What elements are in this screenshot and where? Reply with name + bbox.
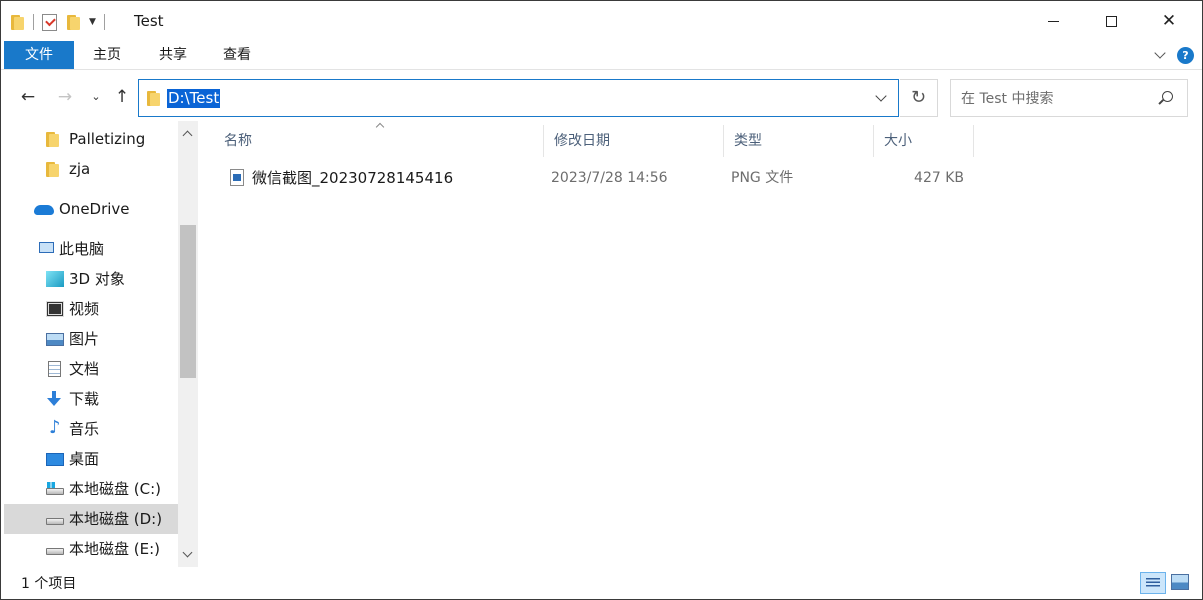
folder-icon (46, 131, 64, 147)
pc-icon (39, 242, 54, 253)
search-input[interactable] (961, 89, 1156, 109)
file-list: 名称 修改日期 类型 大小 微信截图_20230728145416 2023/7… (201, 121, 1202, 567)
file-size: 427 KB (914, 170, 964, 186)
nav-item-label: 本地磁盘 (D:) (69, 510, 163, 528)
nav-item-music[interactable]: ♪ 音乐 (4, 414, 178, 444)
close-icon: ✕ (1161, 10, 1177, 31)
explorer-window: ▼ Test ✕ 文件 主页 共享 查看 ? ← → ⌄ ↑ D:\Test ↻ (0, 0, 1203, 600)
status-bar: 1 个项目 (1, 567, 1202, 599)
nav-item-3d-objects[interactable]: 3D 对象 (4, 264, 178, 294)
nav-item-label: 下载 (69, 390, 100, 408)
ribbon: 文件 主页 共享 查看 ? (1, 41, 1202, 70)
column-header-name[interactable]: 名称 (214, 125, 544, 157)
tab-view[interactable]: 查看 (213, 41, 261, 69)
file-row[interactable]: 微信截图_20230728145416 2023/7/28 14:56 PNG … (214, 163, 974, 193)
nav-item-label: 本地磁盘 (C:) (69, 480, 161, 498)
forward-arrow-icon[interactable]: → (54, 86, 76, 108)
search-box[interactable] (950, 79, 1188, 117)
back-arrow-icon[interactable]: ← (17, 86, 39, 108)
nav-pane-scrollbar[interactable] (178, 121, 198, 567)
nav-item-drive-e[interactable]: 本地磁盘 (E:) (4, 534, 178, 564)
onedrive-icon (34, 205, 54, 215)
column-header-type[interactable]: 类型 (724, 125, 874, 157)
address-history-chevron-icon[interactable] (875, 92, 887, 104)
desktop-icon (46, 453, 64, 466)
pictures-icon (46, 333, 64, 346)
nav-item-label: 视频 (69, 300, 100, 318)
nav-item-videos[interactable]: 视频 (4, 294, 178, 324)
tab-share[interactable]: 共享 (149, 41, 197, 69)
scroll-up-chevron-icon[interactable] (183, 129, 193, 139)
nav-item-pictures[interactable]: 图片 (4, 324, 178, 354)
nav-item-documents[interactable]: 文档 (4, 354, 178, 384)
drive-icon (46, 548, 64, 555)
navigation-pane: Palletizing zja OneDrive 此电脑 3D 对象 视频 图片 (1, 121, 201, 567)
up-arrow-icon[interactable]: ↑ (112, 86, 132, 108)
nav-item-label: 此电脑 (59, 240, 105, 258)
column-header-size[interactable]: 大小 (874, 125, 974, 157)
nav-item-zja[interactable]: zja (4, 154, 178, 184)
nav-item-label: 文档 (69, 360, 100, 378)
nav-item-label: 图片 (69, 330, 100, 348)
nav-item-drive-d[interactable]: 本地磁盘 (D:) (4, 504, 178, 534)
nav-item-label: OneDrive (59, 200, 130, 218)
music-icon: ♪ (49, 417, 61, 438)
nav-item-drive-c[interactable]: 本地磁盘 (C:) (4, 474, 178, 504)
folder-icon (11, 14, 25, 30)
documents-icon (48, 361, 61, 377)
expand-ribbon-chevron-icon[interactable] (1154, 49, 1166, 61)
drive-icon (46, 518, 64, 525)
tab-home[interactable]: 主页 (83, 41, 131, 69)
nav-item-label: 桌面 (69, 450, 100, 468)
maximize-icon (1105, 15, 1117, 27)
toolbar-divider (103, 14, 105, 30)
recent-locations-chevron-icon[interactable]: ⌄ (88, 86, 104, 108)
drive-c-icon (46, 482, 64, 495)
nav-item-this-pc[interactable]: 此电脑 (4, 234, 178, 264)
nav-item-label: 3D 对象 (69, 270, 125, 288)
nav-item-label: zja (69, 160, 91, 178)
scrollbar-thumb[interactable] (180, 225, 196, 378)
nav-item-label: Palletizing (69, 130, 146, 148)
3d-objects-icon (46, 271, 64, 287)
minimize-icon (1047, 20, 1059, 22)
window-title: Test (134, 12, 164, 30)
search-icon[interactable] (1162, 91, 1173, 102)
customize-toolbar-dropdown-icon[interactable]: ▼ (89, 17, 96, 27)
maximize-button[interactable] (1082, 1, 1140, 41)
address-path[interactable]: D:\Test (167, 89, 221, 108)
downloads-icon (47, 391, 61, 407)
nav-item-desktop[interactable]: 桌面 (4, 444, 178, 474)
nav-item-label: 音乐 (69, 420, 100, 438)
details-view-icon[interactable] (1140, 572, 1166, 594)
png-file-icon (230, 169, 244, 186)
nav-item-palletizing[interactable]: Palletizing (4, 124, 178, 154)
large-icons-view-icon[interactable] (1171, 574, 1189, 590)
new-folder-icon[interactable] (67, 14, 81, 30)
file-name: 微信截图_20230728145416 (252, 169, 454, 187)
scroll-down-chevron-icon[interactable] (183, 551, 193, 561)
nav-item-downloads[interactable]: 下载 (4, 384, 178, 414)
folder-icon (147, 90, 161, 106)
properties-icon[interactable] (42, 13, 57, 31)
toolbar-divider (33, 14, 34, 30)
file-date-modified: 2023/7/28 14:56 (551, 170, 668, 186)
windows-logo-icon (47, 482, 55, 488)
help-icon[interactable]: ? (1177, 47, 1194, 64)
navigation-bar: ← → ⌄ ↑ D:\Test ↻ (1, 71, 1202, 121)
item-count: 1 个项目 (21, 576, 77, 592)
title-bar: ▼ Test ✕ (1, 1, 1202, 41)
quick-access-toolbar: ▼ (11, 11, 113, 33)
video-icon (46, 301, 64, 317)
nav-item-label: 本地磁盘 (E:) (69, 540, 161, 558)
close-button[interactable]: ✕ (1140, 1, 1198, 41)
file-type: PNG 文件 (731, 170, 794, 186)
column-header-date-modified[interactable]: 修改日期 (544, 125, 724, 157)
folder-icon (46, 161, 64, 177)
address-bar[interactable]: D:\Test (138, 79, 899, 117)
tab-file[interactable]: 文件 (4, 41, 74, 69)
minimize-button[interactable] (1024, 1, 1082, 41)
nav-item-onedrive[interactable]: OneDrive (4, 194, 178, 224)
refresh-icon[interactable]: ↻ (900, 79, 938, 117)
